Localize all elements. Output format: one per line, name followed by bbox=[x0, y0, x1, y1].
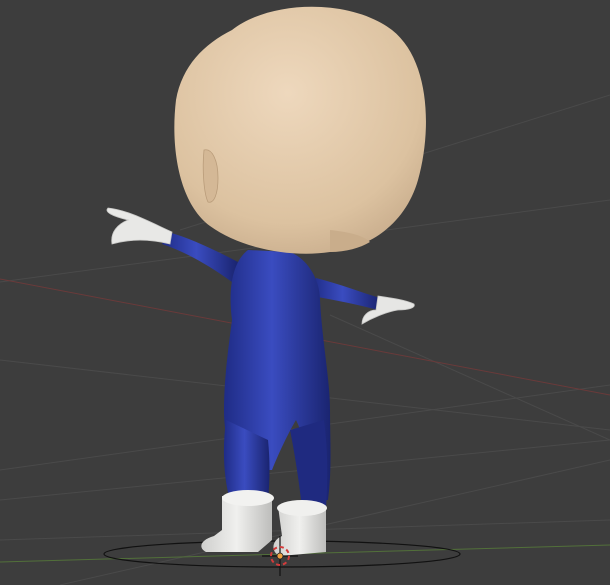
left-boot[interactable] bbox=[201, 490, 274, 552]
left-glove bbox=[106, 207, 173, 245]
head[interactable] bbox=[174, 6, 426, 254]
right-arm[interactable] bbox=[312, 278, 415, 325]
viewport-scene[interactable] bbox=[0, 0, 610, 585]
right-leg[interactable] bbox=[290, 420, 328, 508]
3d-viewport[interactable] bbox=[0, 0, 610, 585]
